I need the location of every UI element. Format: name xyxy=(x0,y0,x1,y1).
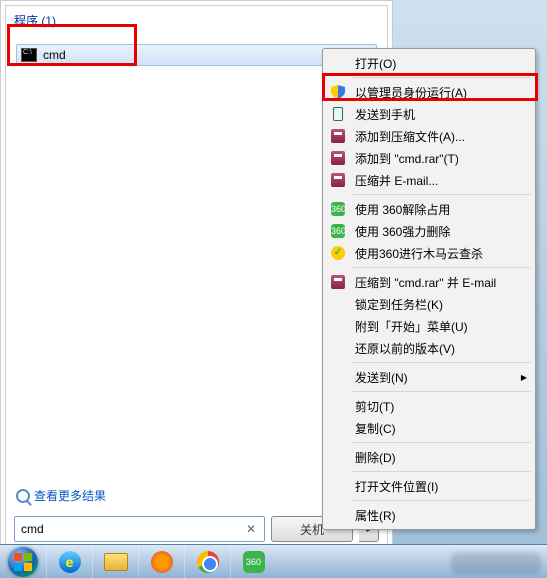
context-menu-item-label: 添加到压缩文件(A)... xyxy=(355,128,465,145)
context-menu-item[interactable]: 附到「开始」菜单(U) xyxy=(325,315,533,337)
taskbar: e 360 xyxy=(0,544,547,578)
context-menu-item-label: 发送到(N) xyxy=(355,369,408,386)
context-menu-separator xyxy=(353,471,531,472)
context-menu-item-label: 压缩到 "cmd.rar" 并 E-mail xyxy=(355,274,496,291)
taskbar-item-ie[interactable]: e xyxy=(46,545,92,578)
360-square-icon: 360 xyxy=(330,223,346,239)
context-menu-item[interactable]: 以管理员身份运行(A) xyxy=(325,81,533,103)
context-menu-item[interactable]: 剪切(T) xyxy=(325,395,533,417)
taskbar-tray-obscured xyxy=(451,552,541,574)
see-more-results[interactable]: 查看更多结果 xyxy=(16,487,106,504)
windows-orb-icon xyxy=(8,547,38,577)
winrar-icon xyxy=(330,150,346,166)
context-menu-item-label: 附到「开始」菜单(U) xyxy=(355,318,468,335)
context-menu-item-label: 剪切(T) xyxy=(355,398,394,415)
shield-icon xyxy=(330,84,346,100)
taskbar-item-explorer[interactable] xyxy=(92,545,138,578)
context-menu-item[interactable]: 360 使用 360解除占用 xyxy=(325,198,533,220)
context-menu-item[interactable]: 打开(O) xyxy=(325,52,533,74)
firefox-icon xyxy=(151,551,173,573)
context-menu-item[interactable]: 还原以前的版本(V) xyxy=(325,337,533,359)
chrome-icon xyxy=(197,551,219,573)
context-menu-separator xyxy=(353,194,531,195)
context-menu-separator xyxy=(353,267,531,268)
winrar-icon xyxy=(330,128,346,144)
context-menu-item-label: 属性(R) xyxy=(355,507,396,524)
context-menu-item[interactable]: 360 使用 360强力删除 xyxy=(325,220,533,242)
context-menu-item[interactable]: 发送到(N) xyxy=(325,366,533,388)
context-menu-item-label: 打开(O) xyxy=(355,55,396,72)
start-button[interactable] xyxy=(0,545,46,578)
clear-search-icon[interactable]: ✕ xyxy=(244,522,258,536)
context-menu-item-label: 以管理员身份运行(A) xyxy=(355,84,467,101)
program-result-label: cmd xyxy=(43,48,66,62)
results-section-header: 程序 (1) xyxy=(6,6,387,33)
context-menu-item[interactable]: 锁定到任务栏(K) xyxy=(325,293,533,315)
context-menu-item[interactable]: 压缩到 "cmd.rar" 并 E-mail xyxy=(325,271,533,293)
winrar-icon xyxy=(330,274,346,290)
context-menu-separator xyxy=(353,391,531,392)
context-menu-item-label: 打开文件位置(I) xyxy=(355,478,438,495)
context-menu-item-label: 锁定到任务栏(K) xyxy=(355,296,443,313)
search-icon xyxy=(16,489,30,503)
context-menu-item[interactable]: 添加到 "cmd.rar"(T) xyxy=(325,147,533,169)
context-menu-item[interactable]: 打开文件位置(I) xyxy=(325,475,533,497)
context-menu-item-label: 发送到手机 xyxy=(355,106,415,123)
context-menu: 打开(O) 以管理员身份运行(A) 发送到手机添加到压缩文件(A)... 添加到 "c… xyxy=(322,48,536,530)
taskbar-item-firefox[interactable] xyxy=(138,545,184,578)
context-menu-item[interactable]: 发送到手机 xyxy=(325,103,533,125)
context-menu-item-label: 添加到 "cmd.rar"(T) xyxy=(355,150,459,167)
context-menu-separator xyxy=(353,77,531,78)
context-menu-separator xyxy=(353,362,531,363)
context-menu-item[interactable]: 复制(C) xyxy=(325,417,533,439)
taskbar-item-chrome[interactable] xyxy=(184,545,230,578)
context-menu-item-label: 复制(C) xyxy=(355,420,396,437)
context-menu-item-label: 使用360进行木马云查杀 xyxy=(355,245,483,262)
360-square-icon: 360 xyxy=(330,201,346,217)
search-box[interactable]: ✕ xyxy=(14,516,265,542)
context-menu-item-label: 删除(D) xyxy=(355,449,396,466)
context-menu-item-label: 压缩并 E-mail... xyxy=(355,172,438,189)
context-menu-item[interactable]: 删除(D) xyxy=(325,446,533,468)
360-shield-icon: ✓ xyxy=(330,245,346,261)
context-menu-item[interactable]: 压缩并 E-mail... xyxy=(325,169,533,191)
context-menu-item-label: 使用 360解除占用 xyxy=(355,201,450,218)
folder-icon xyxy=(104,553,128,571)
360-icon: 360 xyxy=(243,551,265,573)
ie-icon: e xyxy=(59,551,81,573)
context-menu-item-label: 使用 360强力删除 xyxy=(355,223,450,240)
cmd-icon xyxy=(21,48,37,62)
context-menu-item[interactable]: 添加到压缩文件(A)... xyxy=(325,125,533,147)
context-menu-separator xyxy=(353,500,531,501)
search-input[interactable] xyxy=(21,522,244,536)
shutdown-label: 关机 xyxy=(300,521,324,538)
context-menu-item[interactable]: 属性(R) xyxy=(325,504,533,526)
context-menu-item[interactable]: ✓ 使用360进行木马云查杀 xyxy=(325,242,533,264)
winrar-icon xyxy=(330,172,346,188)
taskbar-item-360[interactable]: 360 xyxy=(230,545,276,578)
phone-icon xyxy=(330,106,346,122)
see-more-label: 查看更多结果 xyxy=(34,487,106,504)
context-menu-separator xyxy=(353,442,531,443)
context-menu-item-label: 还原以前的版本(V) xyxy=(355,340,455,357)
